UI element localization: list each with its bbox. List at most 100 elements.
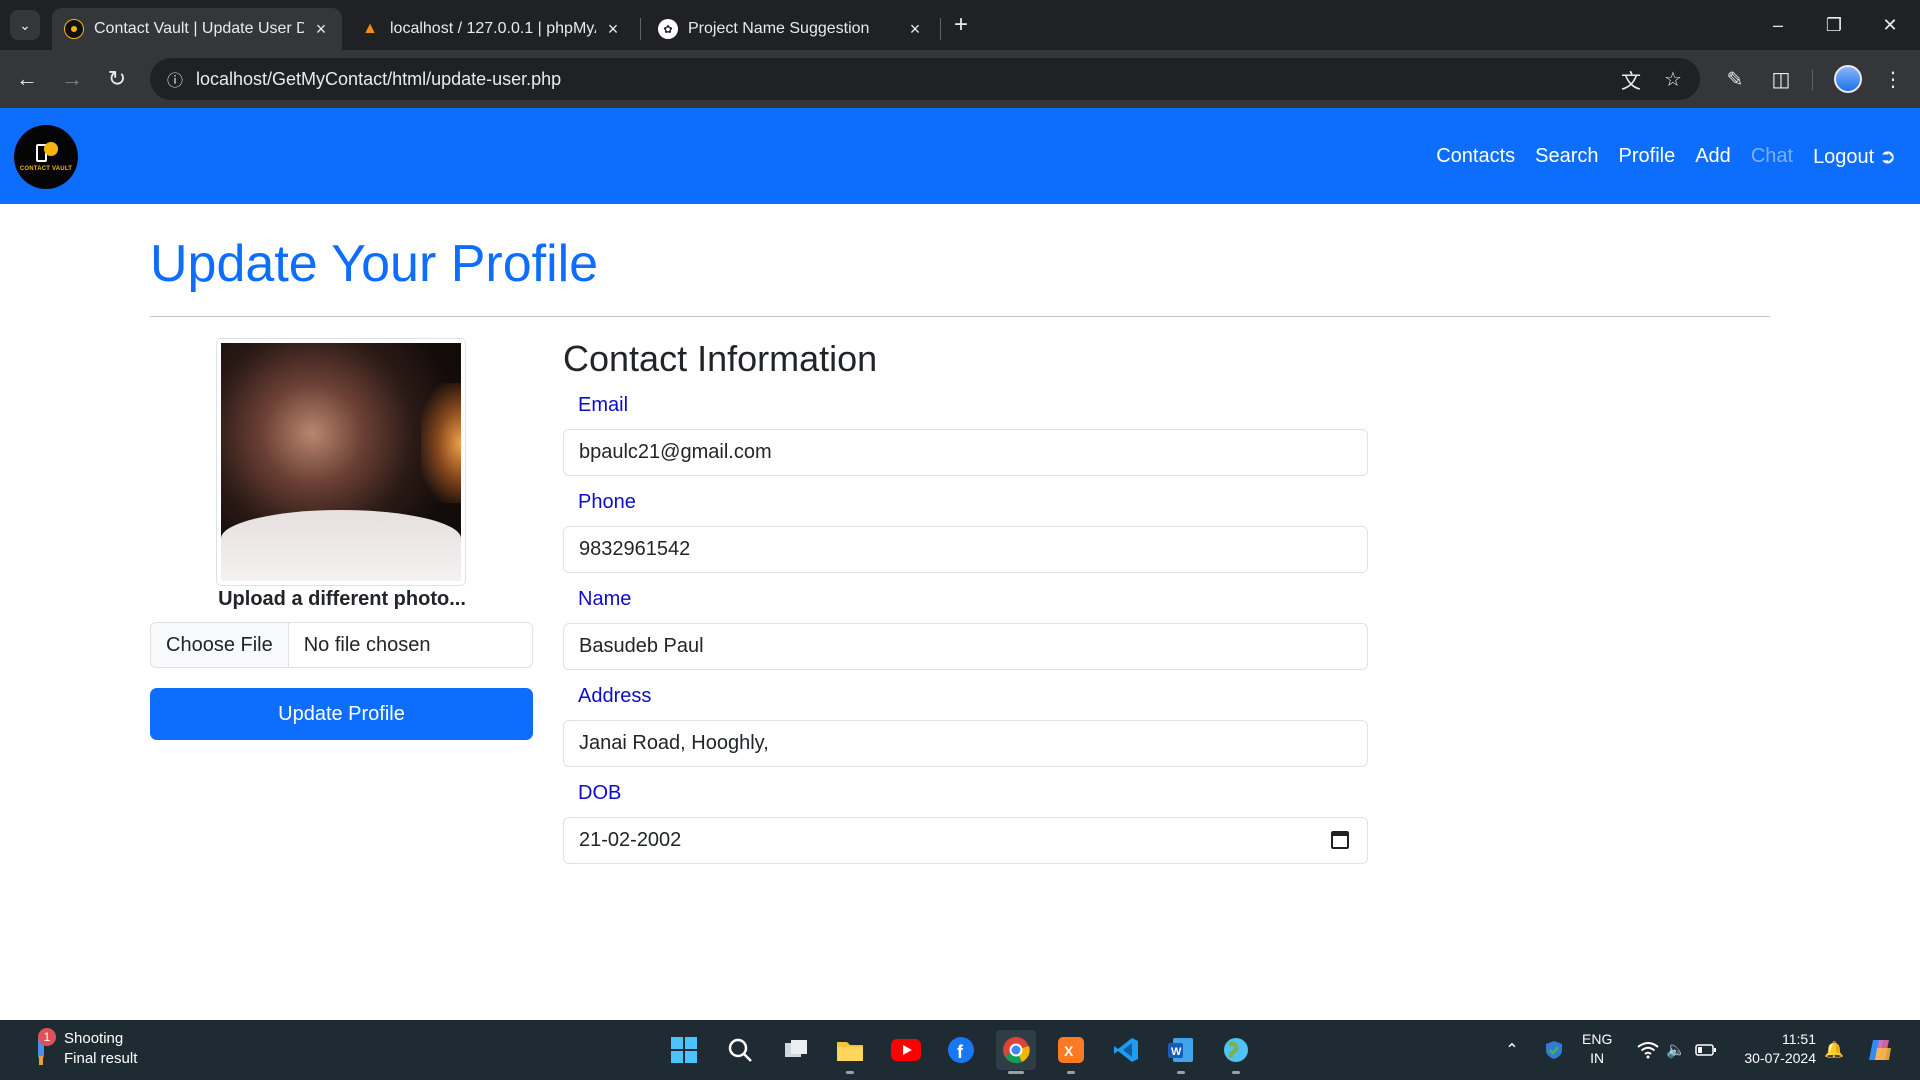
nav-chat-link[interactable]: Chat xyxy=(1751,145,1793,168)
tab-project-name-suggestion[interactable]: ✿ Project Name Suggestion × xyxy=(646,8,936,50)
contact-vault-logo[interactable]: CONTACT VAULT xyxy=(14,125,78,189)
tab-phpmyadmin[interactable]: ▲ localhost / 127.0.0.1 | phpMyAd × xyxy=(348,8,634,50)
vscode-button[interactable] xyxy=(1106,1030,1146,1070)
nav-search-link[interactable]: Search xyxy=(1535,145,1598,168)
nav-logout-link[interactable]: Logout ➲ xyxy=(1813,144,1896,169)
title-divider xyxy=(150,316,1770,317)
windows-logo-icon xyxy=(671,1037,697,1063)
wifi-icon[interactable] xyxy=(1636,1038,1660,1062)
chrome-icon xyxy=(1003,1037,1030,1064)
svg-text:f: f xyxy=(957,1042,964,1062)
widget-subtitle[interactable]: Final result xyxy=(64,1050,137,1067)
file-explorer-button[interactable] xyxy=(830,1030,870,1074)
address-bar[interactable]: ⓘ localhost/GetMyContact/html/update-use… xyxy=(150,58,1700,100)
windows-taskbar: 1 Shooting Final result f X W ⌃ ENG IN 🔈… xyxy=(0,1020,1920,1080)
globe-icon xyxy=(1224,1038,1248,1062)
word-icon: W xyxy=(1168,1038,1193,1062)
dob-label: DOB xyxy=(578,782,622,804)
name-label: Name xyxy=(578,588,632,610)
clock-date: 30-07-2024 xyxy=(1744,1050,1816,1066)
nav-profile-link[interactable]: Profile xyxy=(1619,145,1676,168)
forward-button[interactable]: → xyxy=(55,62,89,96)
youtube-icon xyxy=(891,1039,921,1061)
site-info-icon[interactable]: ⓘ xyxy=(160,64,190,94)
nav-add-link[interactable]: Add xyxy=(1695,145,1731,168)
chatgpt-favicon-icon: ✿ xyxy=(658,19,678,39)
word-button[interactable]: W xyxy=(1161,1030,1201,1074)
close-tab-icon[interactable]: × xyxy=(312,19,330,40)
globe-app-button[interactable] xyxy=(1216,1030,1256,1074)
start-button[interactable] xyxy=(664,1030,704,1070)
search-icon xyxy=(728,1038,752,1062)
new-tab-button[interactable]: + xyxy=(946,10,976,40)
translate-icon[interactable]: 文 xyxy=(1616,64,1646,94)
notification-bell-icon[interactable]: 🔔 xyxy=(1822,1038,1846,1062)
facebook-button[interactable]: f xyxy=(941,1030,981,1070)
battery-icon[interactable] xyxy=(1694,1038,1718,1062)
logo-text: CONTACT VAULT xyxy=(19,166,73,172)
upload-photo-label: Upload a different photo... xyxy=(218,588,466,610)
address-label: Address xyxy=(578,685,652,707)
facebook-icon: f xyxy=(948,1037,974,1063)
youtube-button[interactable] xyxy=(886,1030,926,1070)
name-field[interactable]: Basudeb Paul xyxy=(563,623,1368,670)
security-shield-icon[interactable] xyxy=(1542,1038,1566,1062)
volume-icon[interactable]: 🔈 xyxy=(1664,1038,1688,1062)
close-window-button[interactable]: ✕ xyxy=(1870,8,1910,42)
profile-photo-frame xyxy=(216,338,466,586)
back-button[interactable]: ← xyxy=(10,62,44,96)
restore-window-button[interactable]: ❐ xyxy=(1814,8,1854,42)
eyedropper-extension-icon[interactable]: ✎ xyxy=(1718,62,1752,96)
dob-value: 21-02-2002 xyxy=(579,829,682,851)
page-title: Update Your Profile xyxy=(150,235,599,293)
toolbar-divider xyxy=(1812,70,1813,90)
dob-date-input[interactable]: 21-02-2002 xyxy=(563,817,1368,864)
tab-contact-vault[interactable]: Contact Vault | Update User Det × xyxy=(52,8,342,50)
system-clock[interactable]: 11:51 30-07-2024 xyxy=(1736,1030,1816,1068)
chrome-menu-icon[interactable]: ⋮ xyxy=(1876,62,1910,96)
notification-badge: 1 xyxy=(38,1028,56,1046)
task-view-icon xyxy=(785,1040,807,1057)
xampp-button[interactable]: X xyxy=(1051,1030,1091,1074)
calendar-icon[interactable] xyxy=(1331,831,1349,849)
folder-icon xyxy=(837,1042,863,1061)
update-profile-button[interactable]: Update Profile xyxy=(150,688,533,740)
file-status-text: No file chosen xyxy=(303,633,431,656)
address-field[interactable]: Janai Road, Hooghly, xyxy=(563,720,1368,767)
tab-search-menu-button[interactable]: ⌄ xyxy=(10,10,40,40)
phpmyadmin-favicon-icon: ▲ xyxy=(362,20,378,37)
browser-toolbar: ← → ↻ ⓘ localhost/GetMyContact/html/upda… xyxy=(0,50,1920,108)
chrome-button[interactable] xyxy=(996,1030,1036,1074)
extensions-puzzle-icon[interactable]: ◫ xyxy=(1764,62,1798,96)
nav-links: Contacts Search Profile Add Chat Logout ➲ xyxy=(1416,108,1896,204)
copilot-icon[interactable] xyxy=(1866,1038,1896,1062)
bookmark-star-icon[interactable]: ☆ xyxy=(1658,64,1688,94)
task-view-button[interactable] xyxy=(776,1030,816,1070)
show-hidden-icons-icon[interactable]: ⌃ xyxy=(1500,1038,1524,1062)
reload-button[interactable]: ↻ xyxy=(100,62,134,96)
phone-label: Phone xyxy=(578,491,636,513)
language-code: ENG xyxy=(1582,1031,1613,1047)
profile-avatar-icon[interactable] xyxy=(1834,65,1862,93)
close-tab-icon[interactable]: × xyxy=(906,19,924,40)
tab-title: Contact Vault | Update User Det xyxy=(94,20,304,37)
url-text[interactable]: localhost/GetMyContact/html/update-user.… xyxy=(196,69,561,90)
search-button[interactable] xyxy=(720,1030,760,1070)
phone-field[interactable]: 9832961542 xyxy=(563,526,1368,573)
svg-text:X: X xyxy=(1064,1043,1074,1059)
nav-contacts-link[interactable]: Contacts xyxy=(1436,145,1515,168)
language-indicator[interactable]: ENG IN xyxy=(1582,1030,1612,1068)
clock-time: 11:51 xyxy=(1782,1031,1816,1047)
minimize-window-button[interactable]: – xyxy=(1758,8,1798,42)
region-code: IN xyxy=(1590,1050,1605,1066)
email-field[interactable]: bpaulc21@gmail.com xyxy=(563,429,1368,476)
tab-divider xyxy=(940,18,941,40)
photo-file-input[interactable]: Choose File No file chosen xyxy=(150,622,533,668)
contact-information-heading: Contact Information xyxy=(563,338,878,379)
choose-file-button[interactable]: Choose File xyxy=(151,623,289,667)
tab-title: Project Name Suggestion xyxy=(688,20,870,37)
vscode-icon xyxy=(1114,1038,1138,1062)
widget-title[interactable]: Shooting xyxy=(64,1030,123,1047)
tab-divider xyxy=(640,18,641,40)
close-tab-icon[interactable]: × xyxy=(604,19,622,40)
